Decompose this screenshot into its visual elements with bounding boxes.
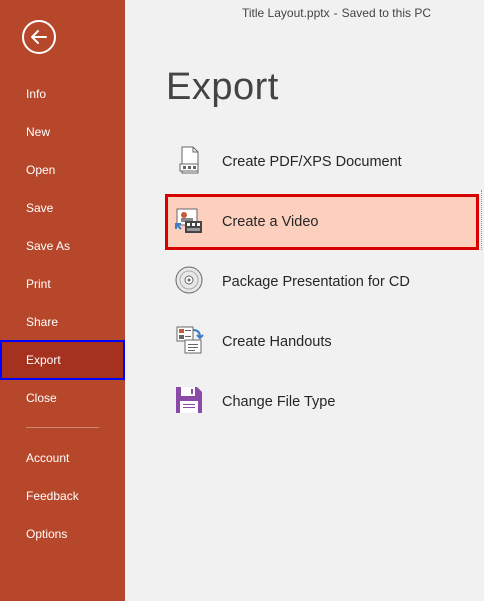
option-package-for-cd[interactable]: Package Presentation for CD — [165, 254, 479, 310]
option-create-video[interactable]: Create a Video — [165, 194, 479, 250]
nav-item-print[interactable]: Print — [0, 265, 125, 303]
video-icon — [173, 204, 205, 236]
file-name: Title Layout.pptx — [242, 6, 330, 20]
save-status: Saved to this PC — [341, 6, 431, 20]
back-arrow-icon[interactable] — [22, 20, 56, 54]
option-label: Change File Type — [222, 394, 336, 410]
option-create-pdf-xps[interactable]: Create PDF/XPS Document — [165, 134, 479, 190]
nav-item-feedback[interactable]: Feedback — [0, 477, 125, 515]
nav-item-save-as[interactable]: Save As — [0, 227, 125, 265]
option-label: Create a Video — [222, 214, 319, 230]
cd-icon — [173, 264, 205, 296]
nav-item-close[interactable]: Close — [0, 379, 125, 417]
nav-item-save[interactable]: Save — [0, 189, 125, 227]
nav-item-options[interactable]: Options — [0, 515, 125, 553]
option-label: Package Presentation for CD — [222, 274, 410, 290]
window-title: Title Layout.pptx - Saved to this PC — [242, 6, 431, 20]
handouts-icon — [173, 324, 205, 356]
nav-item-export[interactable]: Export — [0, 340, 125, 380]
pdf-document-icon — [173, 144, 205, 176]
nav-item-share[interactable]: Share — [0, 303, 125, 341]
scrollbar-edge — [481, 190, 483, 250]
save-file-type-icon — [173, 384, 205, 416]
nav-item-account[interactable]: Account — [0, 439, 125, 477]
option-change-file-type[interactable]: Change File Type — [165, 374, 479, 430]
nav-item-info[interactable]: Info — [0, 75, 125, 113]
backstage-sidebar: Info New Open Save Save As Print Share E… — [0, 0, 125, 601]
nav-divider — [26, 427, 99, 428]
title-separator: - — [333, 6, 338, 20]
nav-item-open[interactable]: Open — [0, 151, 125, 189]
option-label: Create Handouts — [222, 334, 332, 350]
page-title: Export — [166, 66, 279, 108]
option-create-handouts[interactable]: Create Handouts — [165, 314, 479, 370]
nav-item-new[interactable]: New — [0, 113, 125, 151]
option-label: Create PDF/XPS Document — [222, 154, 402, 170]
